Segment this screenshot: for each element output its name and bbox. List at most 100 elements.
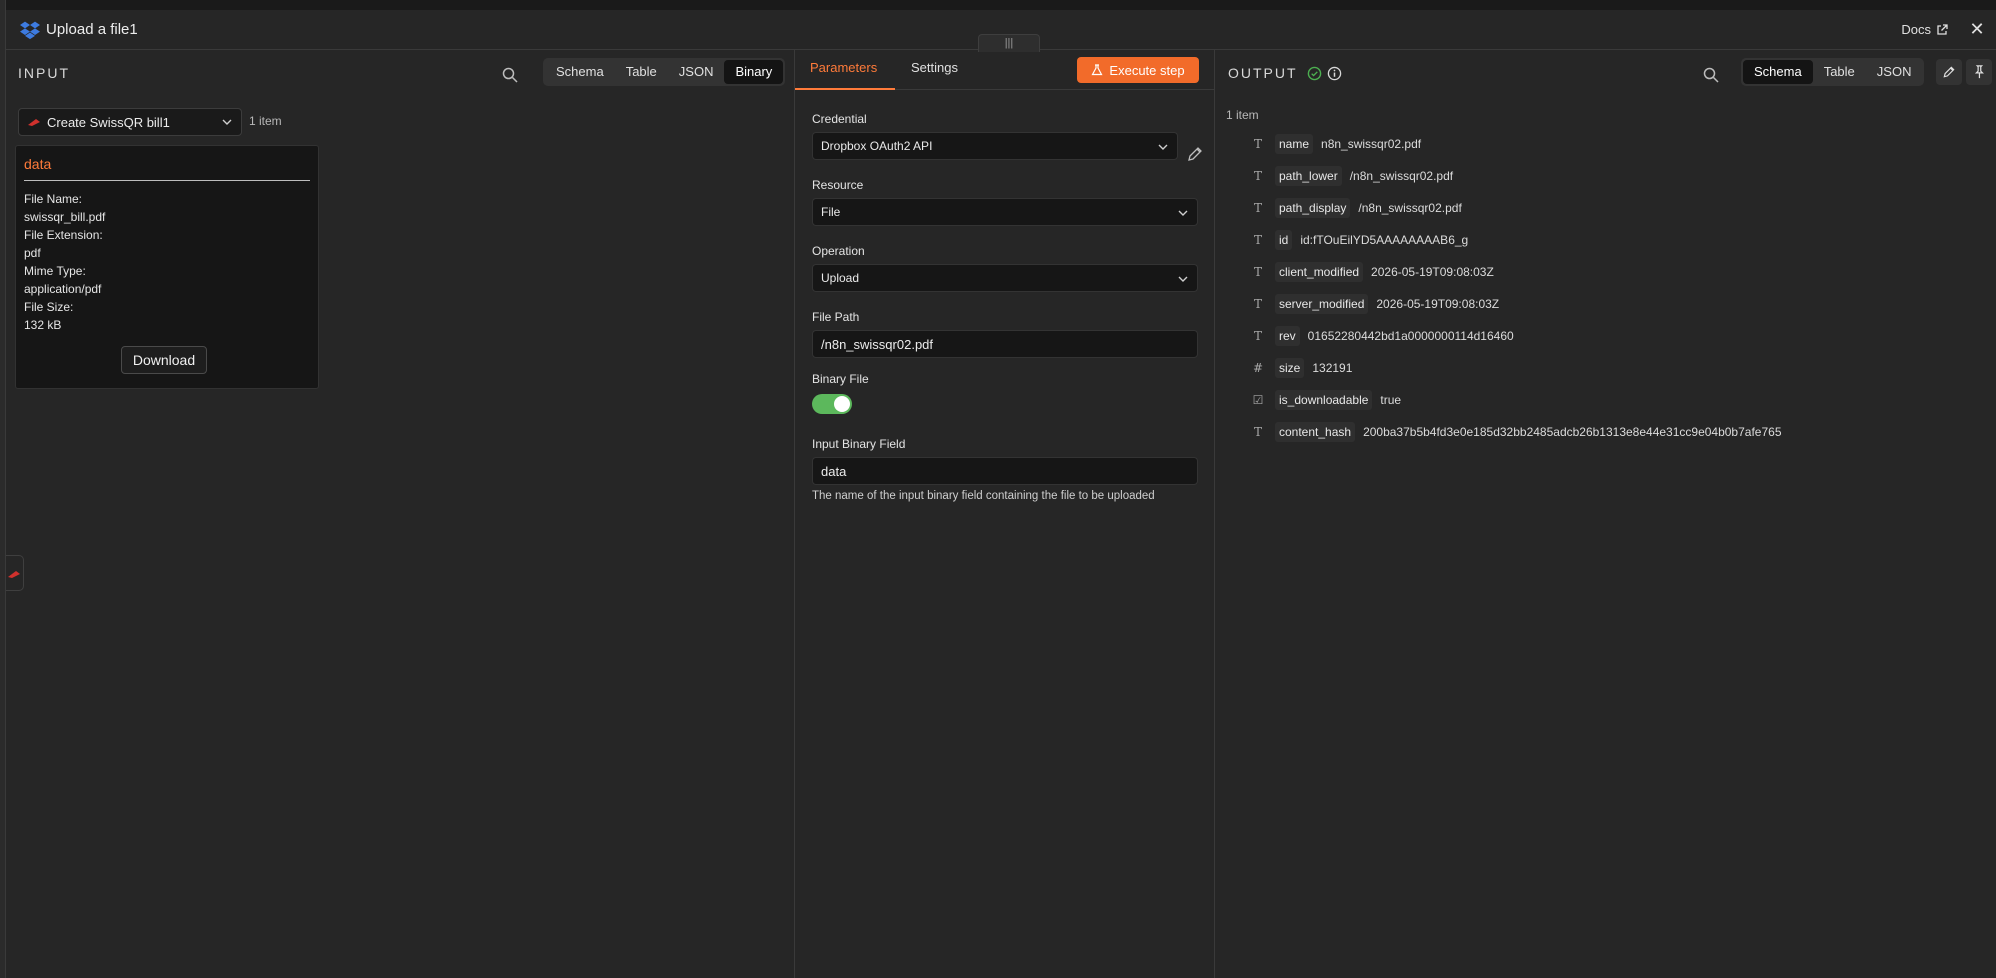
string-type-icon: T — [1253, 201, 1262, 215]
external-link-icon — [1937, 23, 1948, 35]
tab-parameters[interactable]: Parameters — [810, 60, 877, 75]
file-name-value: swissqr_bill.pdf — [24, 210, 106, 224]
modal-title: Upload a file1 — [46, 21, 138, 38]
top-strip — [0, 0, 1996, 10]
docs-label: Docs — [1901, 22, 1931, 37]
schema-key[interactable]: is_downloadable — [1275, 390, 1373, 410]
mime-type-label: Mime Type: — [24, 264, 86, 278]
input-tab-schema[interactable]: Schema — [545, 60, 615, 84]
credential-label: Credential — [812, 112, 867, 126]
input-tab-table[interactable]: Table — [615, 60, 668, 84]
output-panel-label: OUTPUT — [1228, 65, 1298, 81]
string-type-icon: T — [1253, 137, 1262, 151]
input-node-select[interactable]: Create SwissQR bill1 — [18, 108, 242, 136]
output-items-count: 1 item — [1226, 108, 1259, 122]
mime-type-value: application/pdf — [24, 282, 102, 296]
input-node-select-value: Create SwissQR bill1 — [47, 114, 170, 130]
schema-key[interactable]: name — [1275, 134, 1314, 154]
input-panel: INPUT Schema Table JSON Binary Create Sw… — [6, 50, 795, 978]
string-type-icon: T — [1253, 233, 1262, 247]
binary-file-toggle[interactable] — [812, 394, 852, 414]
resource-select[interactable]: File — [812, 198, 1198, 226]
schema-row: T server_modified 2026-05-19T09:08:03Z — [1247, 293, 1499, 315]
output-tab-schema[interactable]: Schema — [1743, 60, 1813, 84]
schema-value: 200ba37b5b4fd3e0e185d32bb2485adcb26b1313… — [1363, 425, 1782, 439]
file-name-label: File Name: — [24, 192, 83, 206]
input-binary-field-label: Input Binary Field — [812, 437, 906, 451]
operation-value: Upload — [821, 271, 860, 285]
schema-value: n8n_swissqr02.pdf — [1321, 137, 1422, 151]
schema-row: # size 132191 — [1247, 357, 1352, 379]
operation-select[interactable]: Upload — [812, 264, 1198, 292]
schema-key[interactable]: path_lower — [1275, 166, 1342, 186]
card-divider — [24, 180, 310, 181]
string-type-icon: T — [1253, 169, 1262, 183]
toggle-knob — [834, 396, 850, 412]
chevron-down-icon — [1178, 276, 1188, 282]
close-icon[interactable]: ✕ — [1966, 18, 1988, 40]
schema-key[interactable]: id — [1275, 230, 1293, 250]
pencil-icon — [1943, 66, 1955, 78]
output-view-tabs: Schema Table JSON — [1741, 58, 1925, 86]
dropbox-logo-icon — [20, 21, 40, 40]
file-extension-label: File Extension: — [24, 228, 103, 242]
file-extension-value: pdf — [24, 246, 41, 260]
string-type-icon: T — [1253, 297, 1262, 311]
string-type-icon: T — [1253, 329, 1262, 343]
schema-row: T content_hash 200ba37b5b4fd3e0e185d32bb… — [1247, 421, 1782, 443]
chevron-down-icon — [1158, 144, 1168, 150]
edit-output-button[interactable] — [1936, 59, 1962, 85]
input-binary-field-input[interactable] — [812, 457, 1198, 485]
file-path-label: File Path — [812, 310, 860, 324]
file-size-label: File Size: — [24, 300, 74, 314]
schema-key[interactable]: size — [1275, 358, 1305, 378]
schema-value: 132191 — [1312, 361, 1353, 375]
schema-key[interactable]: content_hash — [1275, 422, 1356, 442]
schema-row: T client_modified 2026-05-19T09:08:03Z — [1247, 261, 1494, 283]
panel-drag-handle[interactable]: ||| — [978, 34, 1040, 52]
pin-output-button[interactable] — [1966, 59, 1992, 85]
input-search-icon[interactable] — [501, 66, 519, 84]
execute-step-label: Execute step — [1109, 62, 1185, 78]
schema-key[interactable]: server_modified — [1275, 294, 1369, 314]
output-tab-json[interactable]: JSON — [1866, 60, 1923, 84]
boolean-type-icon: ☑ — [1252, 393, 1264, 407]
operation-label: Operation — [812, 244, 865, 258]
schema-value: 2026-05-19T09:08:03Z — [1371, 265, 1494, 279]
info-icon[interactable] — [1327, 66, 1342, 81]
schema-value: /n8n_swissqr02.pdf — [1349, 169, 1454, 183]
input-panel-label: INPUT — [18, 65, 70, 81]
previous-node-tab[interactable] — [6, 555, 24, 591]
tab-settings[interactable]: Settings — [911, 60, 958, 75]
schema-value: true — [1380, 393, 1402, 407]
input-binary-field-hint: The name of the input binary field conta… — [812, 490, 1155, 502]
swissqr-node-icon — [28, 119, 40, 126]
swissqr-node-icon — [8, 571, 20, 578]
schema-key[interactable]: rev — [1275, 326, 1300, 346]
edit-credential-pencil-icon[interactable] — [1186, 145, 1204, 163]
schema-row: T id id:fTOuEilYD5AAAAAAAAB6_g — [1247, 229, 1468, 251]
schema-key[interactable]: path_display — [1275, 198, 1351, 218]
flask-icon — [1091, 64, 1103, 76]
execute-step-button[interactable]: Execute step — [1077, 57, 1199, 83]
number-type-icon: # — [1252, 361, 1264, 375]
schema-row: T rev 01652280442bd1a0000000114d16460 — [1247, 325, 1514, 347]
success-check-icon — [1307, 66, 1322, 81]
schema-value: 2026-05-19T09:08:03Z — [1376, 297, 1500, 311]
output-tab-table[interactable]: Table — [1813, 60, 1866, 84]
file-path-input[interactable] — [812, 330, 1198, 358]
credential-select[interactable]: Dropbox OAuth2 API — [812, 132, 1178, 160]
output-search-icon[interactable] — [1702, 66, 1720, 84]
chevron-down-icon — [222, 119, 232, 125]
resource-label: Resource — [812, 178, 864, 192]
download-button[interactable]: Download — [121, 346, 207, 374]
input-tab-binary[interactable]: Binary — [724, 60, 784, 84]
schema-row: T path_lower /n8n_swissqr02.pdf — [1247, 165, 1453, 187]
parameters-panel: Parameters Settings Execute step Credent… — [795, 50, 1215, 978]
binary-data-card: data File Name: swissqr_bill.pdf File Ex… — [15, 145, 319, 389]
input-items-count: 1 item — [249, 114, 282, 128]
input-tab-json[interactable]: JSON — [668, 60, 725, 84]
docs-link[interactable]: Docs — [1901, 22, 1948, 37]
schema-key[interactable]: client_modified — [1275, 262, 1364, 282]
schema-row: ☑ is_downloadable true — [1247, 389, 1401, 411]
